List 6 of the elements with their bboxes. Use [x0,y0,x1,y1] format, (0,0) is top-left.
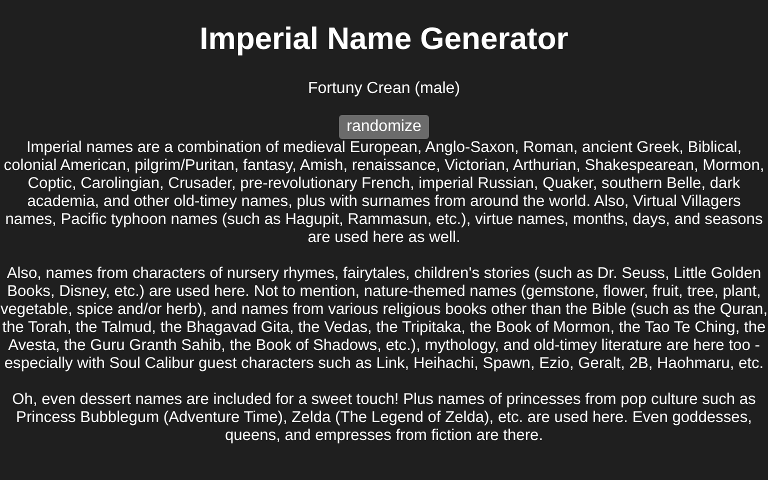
description-paragraph: Oh, even dessert names are included for a sweet touch! Plus names of princesses from pop culture such as Princess Bubblegum (Adventure Time), Zelda (The Legend of Zelda), etc. are used here. Even goddesses, queens, and empresses from fiction are there. [11,391,757,445]
description-paragraph: Imperial names are a combination of medieval European, Anglo-Saxon, Roman, ancient Greek, Biblical, colonial American, pilgrim/Puritan, fantasy, Amish, renaissance, Victorian, Arthurian, Shakespearean, Mormon, Coptic, Carolingian, Crusader, pre-revolutionary French, imperial Russian, Quaker, southern Belle, dark academia, and other old-timey names, plus with surnames from around the world. Also, Virtual Villagers names, Pacific typhoon names (such as Hagupit, Rammasun, etc.), virtue names, months, days, and seasons are used here as well. [2,139,766,247]
description-paragraph: Also, names from characters of nursery rhymes, fairytales, children's stories (such as Dr. Seuss, Little Golden Books, Disney, etc.) are used here. Not to mention, nature-themed names (gemstone, flower, fruit, tree, plant, vegetable, spice and/or herb), and names from various religious books other than the Bible (such as the Quran, the Torah, the Talmud, the Bhagavad Gita, the Vedas, the Tripitaka, the Book of Mormon, the Tao Te Ching, the Avesta, the Guru Granth Sahib, the Book of Shadows, etc.), mythology, and old-timey literature are here too - especially with Soul Calibur guest characters such as Link, Heihachi, Spawn, Ezio, Geralt, 2B, Haohmaru, etc. [0,265,768,373]
generated-name: Fortuny Crean (male) [308,80,460,98]
randomize-button[interactable]: randomize [338,115,430,139]
page-title: Imperial Name Generator [200,21,568,57]
